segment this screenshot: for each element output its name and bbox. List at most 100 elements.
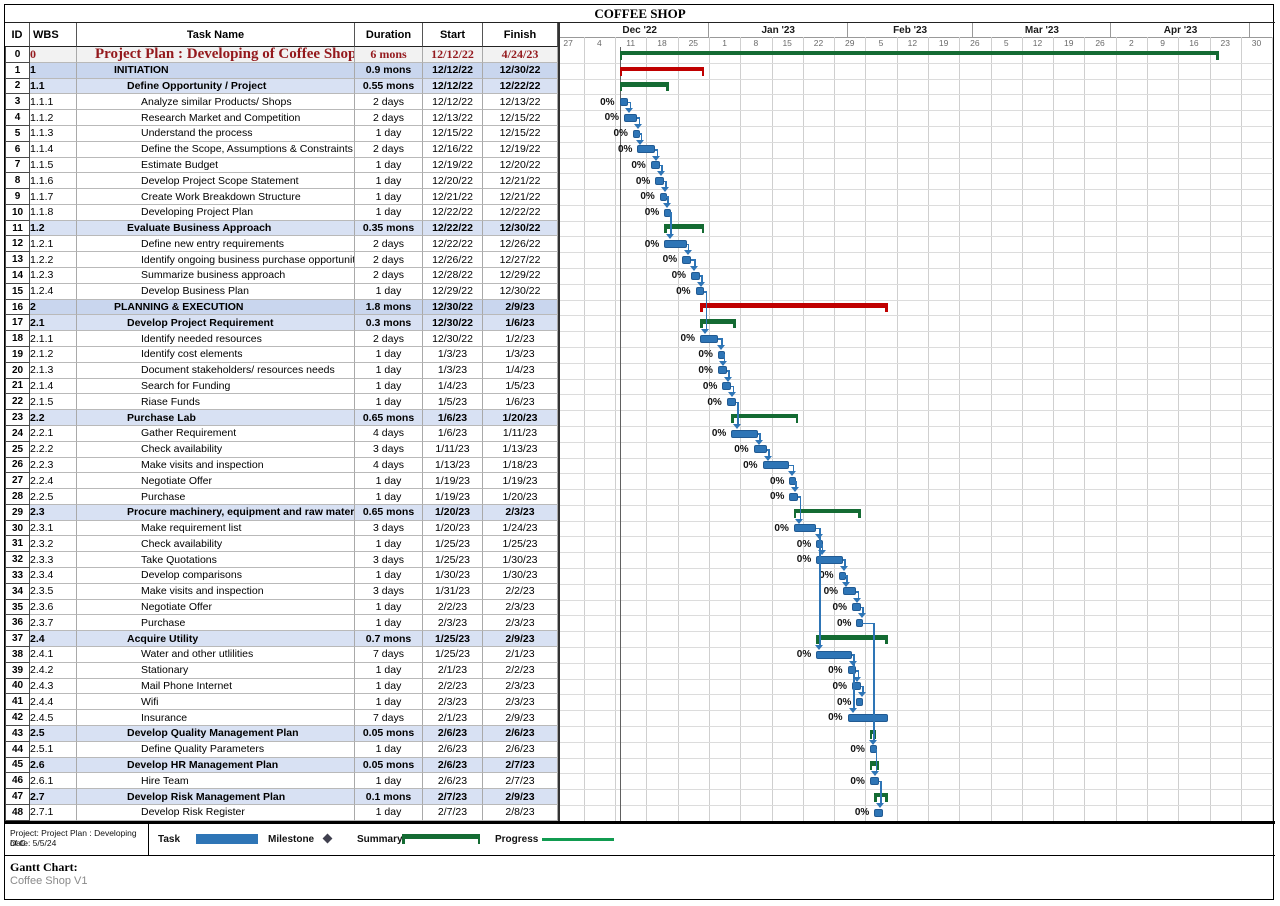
gantt-bar-task[interactable]: [848, 714, 888, 722]
summary-start-tick: [700, 319, 703, 328]
finish-cell: 12/13/22: [483, 94, 558, 110]
gantt-bar-summary[interactable]: [731, 414, 798, 419]
gantt-bar-task[interactable]: [682, 256, 691, 264]
gantt-bar-summary[interactable]: [620, 51, 1219, 56]
summary-start-tick: [870, 761, 873, 770]
gantt-bar-task[interactable]: [624, 114, 637, 122]
gantt-bar-task[interactable]: [718, 366, 727, 374]
wbs-cell: 2.3.5: [30, 584, 77, 600]
gantt-bar-task[interactable]: [763, 461, 790, 469]
gantt-bar-summary[interactable]: [620, 67, 705, 72]
gantt-bar-summary[interactable]: [620, 82, 669, 87]
gantt-bar-task[interactable]: [655, 177, 664, 185]
gantt-bar-task[interactable]: [731, 430, 758, 438]
table-row[interactable]: 392.4.2Stationary1 day2/1/232/2/23: [0, 663, 558, 679]
table-row[interactable]: 51.1.3Understand the process1 day12/15/2…: [0, 126, 558, 142]
wbs-cell: 1.1.2: [30, 110, 77, 126]
gantt-bar-task[interactable]: [727, 398, 736, 406]
gantt-bar-summary[interactable]: [700, 303, 888, 308]
duration-cell: 1 day: [355, 694, 423, 710]
duration-cell: 0.3 mons: [355, 315, 423, 331]
table-row[interactable]: 312.3.2Check availability1 day1/25/231/2…: [0, 536, 558, 552]
gantt-bar-task[interactable]: [700, 335, 718, 343]
table-row[interactable]: 252.2.2Check availability3 days1/11/231/…: [0, 442, 558, 458]
gantt-bar-task[interactable]: [848, 666, 857, 674]
table-row[interactable]: 101.1.8Developing Project Plan1 day12/22…: [0, 205, 558, 221]
table-row[interactable]: 41.1.2Research Market and Competition2 d…: [0, 110, 558, 126]
table-row[interactable]: 482.7.1Develop Risk Register1 day2/7/232…: [0, 805, 558, 821]
summary-start-tick: [620, 82, 623, 91]
table-row[interactable]: 302.3.1Make requirement list3 days1/20/2…: [0, 521, 558, 537]
table-row[interactable]: 352.3.6Negotiate Offer1 day2/2/232/3/23: [0, 600, 558, 616]
gantt-bar-task[interactable]: [696, 287, 705, 295]
table-row[interactable]: 71.1.5Estimate Budget1 day12/19/2212/20/…: [0, 158, 558, 174]
table-row[interactable]: 272.2.4Negotiate Offer1 day1/19/231/19/2…: [0, 473, 558, 489]
table-row[interactable]: 432.5Develop Quality Management Plan0.05…: [0, 726, 558, 742]
table-row[interactable]: 412.4.4Wifi1 day2/3/232/3/23: [0, 694, 558, 710]
table-row[interactable]: 11INITIATION0.9 mons12/12/2212/30/22: [0, 63, 558, 79]
table-row[interactable]: 121.2.1Define new entry requirements2 da…: [0, 236, 558, 252]
table-row[interactable]: 462.6.1Hire Team1 day2/6/232/7/23: [0, 773, 558, 789]
table-row[interactable]: 442.5.1Define Quality Parameters1 day2/6…: [0, 742, 558, 758]
gantt-bar-task[interactable]: [870, 777, 879, 785]
gantt-bar-task[interactable]: [620, 98, 629, 106]
table-row[interactable]: 91.1.7Create Work Breakdown Structure1 d…: [0, 189, 558, 205]
table-row[interactable]: 81.1.6Develop Project Scope Statement1 d…: [0, 173, 558, 189]
table-row[interactable]: 322.3.3Take Quotations3 days1/25/231/30/…: [0, 552, 558, 568]
table-row[interactable]: 192.1.2Identify cost elements1 day1/3/23…: [0, 347, 558, 363]
duration-cell: 3 days: [355, 584, 423, 600]
table-row[interactable]: 292.3Procure machinery, equipment and ra…: [0, 505, 558, 521]
table-row[interactable]: 202.1.3Document stakeholders/ resources …: [0, 363, 558, 379]
table-row[interactable]: 362.3.7Purchase1 day2/3/232/3/23: [0, 615, 558, 631]
table-row[interactable]: 31.1.1Analyze similar Products/ Shops2 d…: [0, 94, 558, 110]
gantt-bar-task[interactable]: [794, 524, 816, 532]
gantt-bar-task[interactable]: [856, 698, 863, 706]
table-row[interactable]: 21.1Define Opportunity / Project0.55 mon…: [0, 79, 558, 95]
week-tick-label: 27: [557, 38, 579, 48]
table-row[interactable]: 141.2.3Summarize business approach2 days…: [0, 268, 558, 284]
start-cell: 1/6/23: [423, 426, 483, 442]
gantt-bar-task[interactable]: [754, 445, 767, 453]
table-row[interactable]: 00Project Plan : Developing of Coffee Sh…: [0, 47, 558, 63]
table-row[interactable]: 131.2.2Identify ongoing business purchas…: [0, 252, 558, 268]
table-row[interactable]: 212.1.4Search for Funding1 day1/4/231/5/…: [0, 379, 558, 395]
row-gridline: [558, 442, 1273, 443]
table-row[interactable]: 472.7Develop Risk Management Plan0.1 mon…: [0, 789, 558, 805]
table-row[interactable]: 422.4.5Insurance7 days2/1/232/9/23: [0, 710, 558, 726]
table-row[interactable]: 111.2Evaluate Business Approach0.35 mons…: [0, 221, 558, 237]
table-row[interactable]: 151.2.4Develop Business Plan1 day12/29/2…: [0, 284, 558, 300]
task-name-cell: Take Quotations: [77, 552, 355, 568]
table-row[interactable]: 182.1.1Identify needed resources2 days12…: [0, 331, 558, 347]
finish-cell: 1/6/23: [483, 315, 558, 331]
gantt-bar-task[interactable]: [874, 809, 883, 817]
gantt-bar-task[interactable]: [816, 651, 852, 659]
gantt-bar-task[interactable]: [651, 161, 660, 169]
table-row[interactable]: 222.1.5Riase Funds1 day1/5/231/6/23: [0, 394, 558, 410]
gantt-bar-task[interactable]: [722, 382, 731, 390]
week-gridline: [584, 37, 585, 821]
table-row[interactable]: 382.4.1Water and other utlilities7 days1…: [0, 647, 558, 663]
table-row[interactable]: 282.2.5Purchase1 day1/19/231/20/23: [0, 489, 558, 505]
table-row[interactable]: 342.3.5Make visits and inspection3 days1…: [0, 584, 558, 600]
wbs-cell: 2.6: [30, 758, 77, 774]
table-row[interactable]: 61.1.4Define the Scope, Assumptions & Co…: [0, 142, 558, 158]
table-row[interactable]: 172.1Develop Project Requirement0.3 mons…: [0, 315, 558, 331]
table-row[interactable]: 402.4.3Mail Phone Internet1 day2/2/232/3…: [0, 679, 558, 695]
table-row[interactable]: 162PLANNING & EXECUTION1.8 mons12/30/222…: [0, 300, 558, 316]
table-row[interactable]: 332.3.4Develop comparisons1 day1/30/231/…: [0, 568, 558, 584]
dependency-arrow-icon: [636, 140, 644, 145]
gantt-bar-task[interactable]: [691, 272, 700, 280]
gantt-bar-task[interactable]: [637, 145, 655, 153]
table-row[interactable]: 262.2.3Make visits and inspection4 days1…: [0, 458, 558, 474]
table-row[interactable]: 242.2.1Gather Requirement4 days1/6/231/1…: [0, 426, 558, 442]
wbs-cell: 1.1.7: [30, 189, 77, 205]
gantt-bar-task[interactable]: [664, 240, 686, 248]
gantt-bar-task[interactable]: [843, 587, 856, 595]
table-row[interactable]: 452.6Develop HR Management Plan0.05 mons…: [0, 758, 558, 774]
gantt-bar-summary[interactable]: [794, 509, 861, 514]
table-row[interactable]: 232.2Purchase Lab0.65 mons1/6/231/20/23: [0, 410, 558, 426]
gantt-bar-summary[interactable]: [816, 635, 888, 640]
table-row[interactable]: 372.4Acquire Utility0.7 mons1/25/232/9/2…: [0, 631, 558, 647]
gantt-bar-task[interactable]: [789, 493, 798, 501]
gantt-bar-task[interactable]: [852, 603, 861, 611]
